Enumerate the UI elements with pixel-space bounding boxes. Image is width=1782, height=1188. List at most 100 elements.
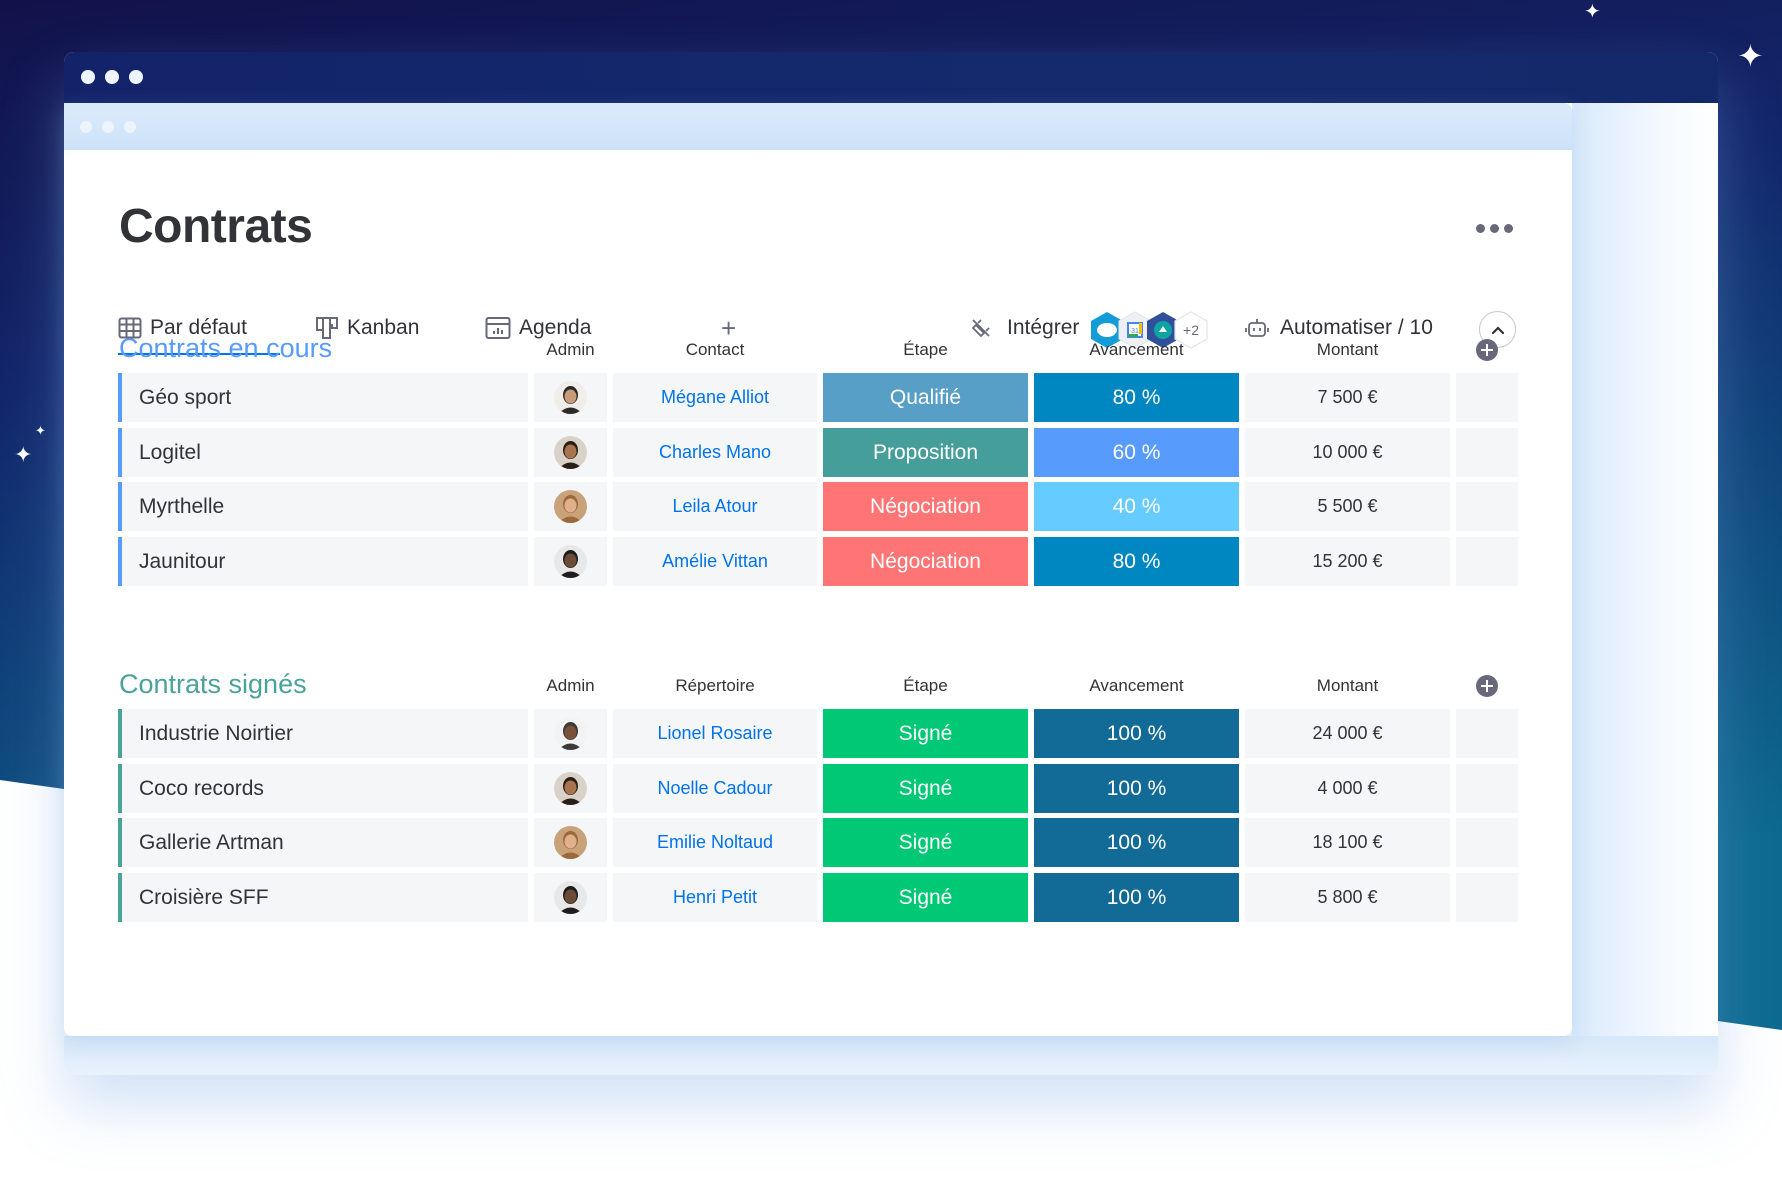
progress-cell: 100 % (1034, 709, 1239, 758)
item-name[interactable]: Gallerie Artman (118, 818, 528, 867)
avatar[interactable] (554, 717, 587, 750)
empty-cell (1456, 428, 1518, 477)
progress-cell: 100 % (1034, 873, 1239, 922)
item-name[interactable]: Coco records (118, 764, 528, 813)
page-title: Contrats (119, 200, 313, 253)
table-row: Gallerie Artman Emilie Noltaud Signé 100 % 1… (118, 818, 1518, 867)
admin-cell (534, 818, 607, 867)
ellipsis-icon (1476, 224, 1485, 233)
item-name[interactable]: Croisière SFF (118, 873, 528, 922)
item-name[interactable]: Géo sport (118, 373, 528, 422)
avatar[interactable] (554, 772, 587, 805)
plug-icon (971, 319, 990, 338)
stage-status[interactable]: Négociation (823, 482, 1028, 531)
window-glow (1572, 103, 1718, 1075)
empty-cell (1456, 873, 1518, 922)
table-row: Coco records Noelle Cadour Signé 100 % 4 000… (118, 764, 1518, 813)
avatar[interactable] (554, 436, 587, 469)
automate-label: Automatiser / 10 (1280, 316, 1433, 339)
amount-cell: 4 000 € (1245, 764, 1450, 813)
empty-cell (1456, 373, 1518, 422)
column-header-montant[interactable]: Montant (1245, 676, 1450, 696)
table-row: Jaunitour Amélie Vittan Négociation 80 % 15 … (118, 537, 1518, 586)
table-row: Industrie Noirtier Lionel Rosaire Signé 100… (118, 709, 1518, 758)
progress-cell: 100 % (1034, 818, 1239, 867)
column-header-etape[interactable]: Étape (823, 340, 1028, 360)
stage-status[interactable]: Qualifié (823, 373, 1028, 422)
amount-cell: 24 000 € (1245, 709, 1450, 758)
group-color-stripe (118, 873, 122, 922)
plus-icon: + (721, 312, 737, 343)
column-header-avancement[interactable]: Avancement (1034, 676, 1239, 696)
stage-status[interactable]: Signé (823, 818, 1028, 867)
contact-link[interactable]: Charles Mano (613, 428, 817, 477)
more-menu-button[interactable] (1476, 219, 1520, 239)
star-icon: ✦ (35, 423, 46, 438)
window-glow (64, 1036, 1718, 1075)
stage-status[interactable]: Proposition (823, 428, 1028, 477)
stage-status[interactable]: Négociation (823, 537, 1028, 586)
contact-link[interactable]: Henri Petit (613, 873, 817, 922)
empty-cell (1456, 818, 1518, 867)
group-title[interactable]: Contrats signés (119, 669, 307, 700)
empty-cell (1456, 709, 1518, 758)
group-color-stripe (118, 482, 122, 531)
star-icon: ✦ (1584, 1, 1601, 23)
svg-text:31: 31 (1131, 328, 1139, 335)
empty-cell (1456, 482, 1518, 531)
admin-cell (534, 537, 607, 586)
star-icon: ✦ (14, 442, 33, 467)
item-name[interactable]: Logitel (118, 428, 528, 477)
avatar[interactable] (554, 826, 587, 859)
empty-cell (1456, 537, 1518, 586)
group-color-stripe (118, 764, 122, 813)
group-color-stripe (118, 373, 122, 422)
group-color-stripe (118, 428, 122, 477)
column-header-admin[interactable]: Admin (534, 676, 607, 696)
add-column-button[interactable] (1476, 675, 1498, 697)
window-dot-icon (129, 70, 143, 84)
add-column-button[interactable] (1476, 339, 1498, 361)
robot-icon (1245, 319, 1269, 337)
admin-cell (534, 373, 607, 422)
item-name[interactable]: Industrie Noirtier (118, 709, 528, 758)
group-color-stripe (118, 818, 122, 867)
contact-link[interactable]: Amélie Vittan (613, 537, 817, 586)
table-row: Géo sport Mégane Alliot Qualifié 80 % 7 500 … (118, 373, 1518, 422)
column-header-admin[interactable]: Admin (534, 340, 607, 360)
chevron-up-icon (1491, 325, 1504, 334)
admin-cell (534, 428, 607, 477)
avatar[interactable] (554, 545, 587, 578)
contact-link[interactable]: Leila Atour (613, 482, 817, 531)
window-dot-icon (124, 121, 136, 133)
column-header-contact[interactable]: Répertoire (613, 676, 817, 696)
progress-cell: 80 % (1034, 373, 1239, 422)
amount-cell: 5 500 € (1245, 482, 1450, 531)
contact-link[interactable]: Mégane Alliot (613, 373, 817, 422)
outer-titlebar (64, 52, 1718, 103)
avatar[interactable] (554, 881, 587, 914)
stage-status[interactable]: Signé (823, 873, 1028, 922)
stage-status[interactable]: Signé (823, 764, 1028, 813)
avatar[interactable] (554, 381, 587, 414)
integrate-label: Intégrer (1007, 316, 1080, 339)
window-dot-icon (80, 121, 92, 133)
column-header-avancement[interactable]: Avancement (1034, 340, 1239, 360)
tab-label: Agenda (519, 316, 592, 339)
avatar[interactable] (554, 490, 587, 523)
column-header-contact[interactable]: Contact (613, 340, 817, 360)
group-title[interactable]: Contrats en cours (119, 333, 332, 364)
contact-link[interactable]: Emilie Noltaud (613, 818, 817, 867)
admin-cell (534, 482, 607, 531)
tab-label: Kanban (347, 316, 420, 339)
progress-cell: 80 % (1034, 537, 1239, 586)
item-name[interactable]: Myrthelle (118, 482, 528, 531)
column-header-montant[interactable]: Montant (1245, 340, 1450, 360)
window-dot-icon (105, 70, 119, 84)
stage-status[interactable]: Signé (823, 709, 1028, 758)
admin-cell (534, 709, 607, 758)
column-header-etape[interactable]: Étape (823, 676, 1028, 696)
contact-link[interactable]: Noelle Cadour (613, 764, 817, 813)
contact-link[interactable]: Lionel Rosaire (613, 709, 817, 758)
item-name[interactable]: Jaunitour (118, 537, 528, 586)
